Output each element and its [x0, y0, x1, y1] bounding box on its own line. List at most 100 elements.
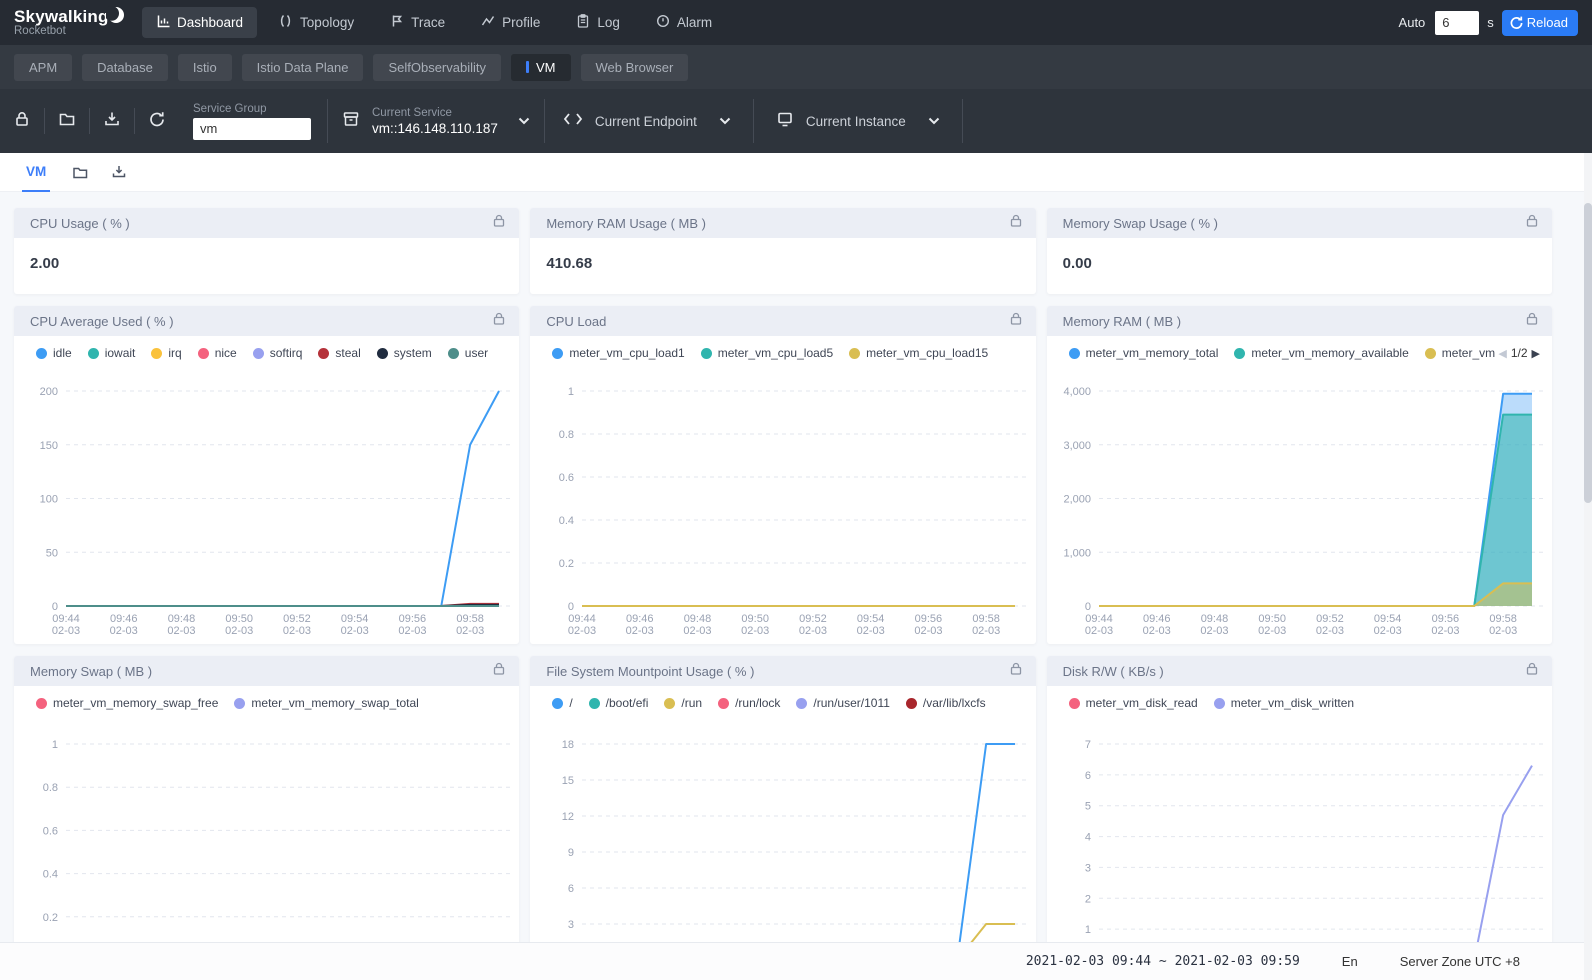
legend-item[interactable]: user — [448, 346, 488, 360]
svg-text:02-03: 02-03 — [283, 625, 311, 637]
lock-icon[interactable] — [1526, 662, 1538, 680]
server-zone-setting[interactable]: Server Zone UTC +8 — [1400, 954, 1520, 969]
svg-text:1: 1 — [568, 386, 574, 398]
lock-icon[interactable] — [1526, 214, 1538, 232]
time-range-picker[interactable]: 2021-02-03 09:44 ~ 2021-02-03 09:59 — [1026, 954, 1300, 969]
export-template-button[interactable] — [90, 110, 134, 133]
legend-next-icon[interactable]: ▶ — [1532, 347, 1540, 360]
svg-text:1: 1 — [52, 739, 58, 751]
nav-item-dashboard[interactable]: Dashboard — [142, 7, 257, 38]
svg-text:09:56: 09:56 — [1431, 613, 1459, 625]
lock-icon[interactable] — [1010, 312, 1022, 330]
tab-database[interactable]: Database — [82, 54, 168, 81]
chart-legend: idle iowait irq nice softirq steal system user — [14, 336, 519, 370]
line-chart-memory-ram[interactable]: 01,0002,0003,0004,00009:4402-0309:4602-0… — [1047, 370, 1552, 642]
log-icon — [576, 14, 590, 31]
lock-icon[interactable] — [1010, 662, 1022, 680]
lock-icon[interactable] — [1526, 312, 1538, 330]
nav-item-alarm[interactable]: Alarm — [642, 7, 726, 38]
page-tab-vm[interactable]: VM — [22, 153, 50, 192]
svg-text:0.4: 0.4 — [559, 515, 574, 527]
nav-item-label: Trace — [411, 15, 445, 30]
legend-item[interactable]: meter_vm — [1425, 346, 1495, 360]
folder-icon[interactable] — [72, 164, 89, 180]
refresh-button[interactable] — [135, 110, 179, 133]
line-chart-cpu-load[interactable]: 00.20.40.60.8109:4402-0309:4602-0309:480… — [530, 370, 1035, 642]
legend-item[interactable]: meter_vm_cpu_load15 — [849, 346, 988, 360]
legend-item[interactable]: meter_vm_memory_swap_free — [36, 696, 218, 710]
current-endpoint-select[interactable]: Current Endpoint — [545, 112, 753, 131]
nav-item-topology[interactable]: Topology — [265, 7, 368, 38]
import-template-button[interactable] — [45, 110, 89, 133]
current-service-select[interactable]: Current Service vm::146.148.110.187 — [328, 107, 544, 136]
legend-item[interactable]: meter_vm_disk_written — [1214, 696, 1354, 710]
legend-item[interactable]: /run — [664, 696, 702, 710]
nav-item-log[interactable]: Log — [562, 7, 634, 38]
legend-label: meter_vm_memory_total — [1086, 346, 1219, 360]
reload-button[interactable]: Reload — [1502, 10, 1578, 36]
lock-icon[interactable] — [493, 312, 505, 330]
toolbar-divider — [962, 99, 963, 143]
current-instance-select[interactable]: Current Instance — [754, 111, 962, 132]
svg-text:02-03: 02-03 — [799, 625, 827, 637]
legend-item[interactable]: meter_vm_cpu_load1 — [552, 346, 684, 360]
legend-item[interactable]: meter_vm_memory_swap_total — [234, 696, 418, 710]
card-memory-ram-usage: Memory RAM Usage ( MB ) 410.68 — [530, 208, 1035, 294]
legend-item[interactable]: meter_vm_disk_read — [1069, 696, 1198, 710]
legend-item[interactable]: steal — [318, 346, 360, 360]
service-group-input[interactable] — [193, 118, 311, 140]
legend-item[interactable]: /var/lib/lxcfs — [906, 696, 986, 710]
svg-text:6: 6 — [1085, 770, 1091, 782]
legend-label: meter_vm_memory_available — [1251, 346, 1408, 360]
legend-item[interactable]: softirq — [253, 346, 303, 360]
tab-selfobservability[interactable]: SelfObservability — [373, 54, 501, 81]
tab-web-browser[interactable]: Web Browser — [581, 54, 689, 81]
tab-istio-data-plane[interactable]: Istio Data Plane — [242, 54, 364, 81]
legend-item[interactable]: meter_vm_cpu_load5 — [701, 346, 833, 360]
legend-dot — [36, 698, 47, 709]
tab-label: APM — [29, 60, 57, 75]
svg-text:02-03: 02-03 — [915, 625, 943, 637]
legend-label: meter_vm_cpu_load5 — [718, 346, 833, 360]
legend-label: /run/lock — [735, 696, 780, 710]
svg-text:0.8: 0.8 — [559, 429, 574, 441]
tab-istio[interactable]: Istio — [178, 54, 232, 81]
lock-edit-button[interactable] — [0, 110, 44, 133]
legend-item[interactable]: /run/user/1011 — [796, 696, 890, 710]
tab-vm[interactable]: VM — [511, 54, 571, 81]
lock-icon[interactable] — [493, 214, 505, 232]
svg-text:09:58: 09:58 — [1489, 613, 1517, 625]
legend-item[interactable]: iowait — [88, 346, 136, 360]
legend-item[interactable]: /boot/efi — [589, 696, 649, 710]
lock-icon[interactable] — [493, 662, 505, 680]
legend-item[interactable]: / — [552, 696, 572, 710]
scrollbar[interactable] — [1584, 153, 1592, 980]
legend-item[interactable]: /run/lock — [718, 696, 780, 710]
svg-text:02-03: 02-03 — [626, 625, 654, 637]
legend-item[interactable]: nice — [198, 346, 237, 360]
line-chart-memory-swap[interactable]: 00.20.40.60.81 — [14, 720, 519, 980]
language-switch[interactable]: En — [1342, 954, 1358, 969]
legend-item[interactable]: system — [377, 346, 432, 360]
legend-dot — [1425, 348, 1436, 359]
auto-interval-input[interactable] — [1435, 11, 1479, 35]
scrollbar-thumb[interactable] — [1584, 203, 1592, 503]
legend-item[interactable]: idle — [36, 346, 72, 360]
nav-item-trace[interactable]: Trace — [376, 7, 459, 38]
tab-apm[interactable]: APM — [14, 54, 72, 81]
svg-text:02-03: 02-03 — [1373, 625, 1401, 637]
line-chart-disk-rw[interactable]: 01234567 — [1047, 720, 1552, 980]
nav-item-profile[interactable]: Profile — [467, 7, 554, 38]
svg-text:09:50: 09:50 — [225, 613, 253, 625]
line-chart-file-system-usage[interactable]: 0369121518 — [530, 720, 1035, 980]
legend-item[interactable]: meter_vm_memory_available — [1234, 346, 1408, 360]
legend-item[interactable]: irq — [151, 346, 181, 360]
legend-item[interactable]: meter_vm_memory_total — [1069, 346, 1219, 360]
download-icon[interactable] — [111, 164, 127, 180]
lock-icon[interactable] — [1010, 214, 1022, 232]
line-chart-cpu-average-used[interactable]: 05010015020009:4402-0309:4602-0309:4802-… — [14, 370, 519, 642]
legend-dot — [849, 348, 860, 359]
card-title: Memory Swap ( MB ) — [30, 664, 493, 679]
legend-prev-icon[interactable]: ◀ — [1498, 347, 1506, 360]
svg-text:7: 7 — [1085, 739, 1091, 751]
